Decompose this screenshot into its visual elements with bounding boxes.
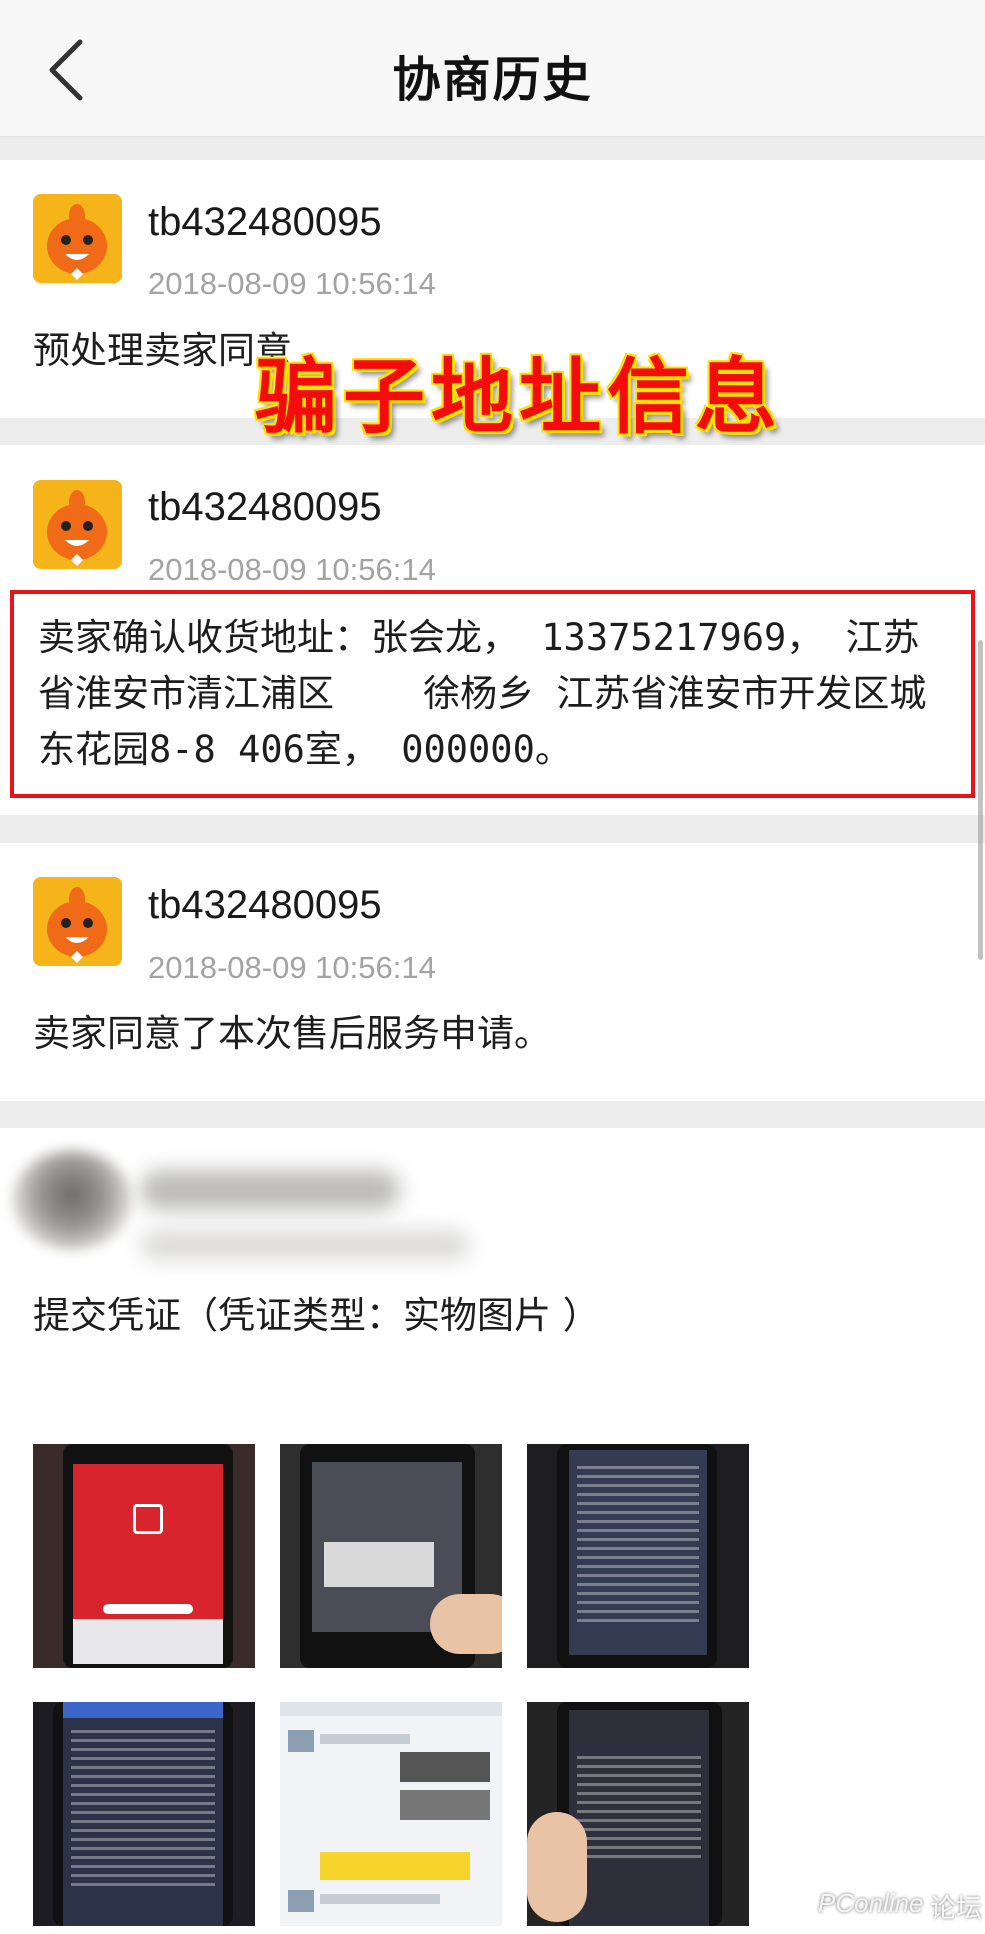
taobao-mascot-icon xyxy=(33,480,122,569)
watermark-label: 论坛 xyxy=(930,1894,983,1924)
evidence-photo[interactable] xyxy=(280,1702,502,1926)
navbar: 协商历史 xyxy=(0,0,985,137)
scrollbar[interactable] xyxy=(978,640,983,960)
evidence-photo[interactable] xyxy=(527,1702,749,1926)
timestamp: 2018-08-09 10:56:14 xyxy=(148,552,436,587)
avatar[interactable] xyxy=(33,877,122,966)
blurred-username xyxy=(140,1170,400,1210)
record-message: 预处理卖家同意 xyxy=(33,329,292,372)
page-title: 协商历史 xyxy=(392,52,593,108)
username: tb432480095 xyxy=(148,200,382,244)
avatar[interactable] xyxy=(33,480,122,569)
username: tb432480095 xyxy=(148,883,382,927)
address-line: 省淮安市清江浦区 徐杨乡 江苏省淮安市开发区城 xyxy=(38,672,927,715)
evidence-photo[interactable] xyxy=(33,1702,255,1926)
timestamp: 2018-08-09 10:56:14 xyxy=(148,266,436,301)
taobao-mascot-icon xyxy=(33,194,122,283)
record-message: 卖家同意了本次售后服务申请。 xyxy=(33,1012,551,1055)
username: tb432480095 xyxy=(148,485,382,529)
evidence-message: 提交凭证（凭证类型：实物图片 ） xyxy=(33,1294,600,1337)
address-line: 卖家确认收货地址：张会龙， 13375217969， 江苏 xyxy=(38,616,920,659)
blurred-avatar xyxy=(12,1150,132,1250)
evidence-photo[interactable] xyxy=(33,1444,255,1668)
scammer-address-annotation: 骗子地址信息 xyxy=(255,349,784,445)
blurred-timestamp xyxy=(140,1230,470,1260)
evidence-photo[interactable] xyxy=(527,1444,749,1668)
evidence-photo[interactable] xyxy=(280,1444,502,1668)
avatar[interactable] xyxy=(33,194,122,283)
seller-address: 卖家确认收货地址：张会龙， 13375217969， 江苏 省淮安市清江浦区 徐… xyxy=(38,610,973,778)
address-highlight-box: 卖家确认收货地址：张会龙， 13375217969， 江苏 省淮安市清江浦区 徐… xyxy=(10,590,975,798)
history-record: tb432480095 2018-08-09 10:56:14 卖家同意了本次售… xyxy=(0,843,985,1101)
taobao-mascot-icon xyxy=(33,877,122,966)
address-line: 东花园8-8 406室， 000000。 xyxy=(38,728,572,771)
timestamp: 2018-08-09 10:56:14 xyxy=(148,950,436,985)
watermark-brand: PConline xyxy=(818,1888,924,1918)
